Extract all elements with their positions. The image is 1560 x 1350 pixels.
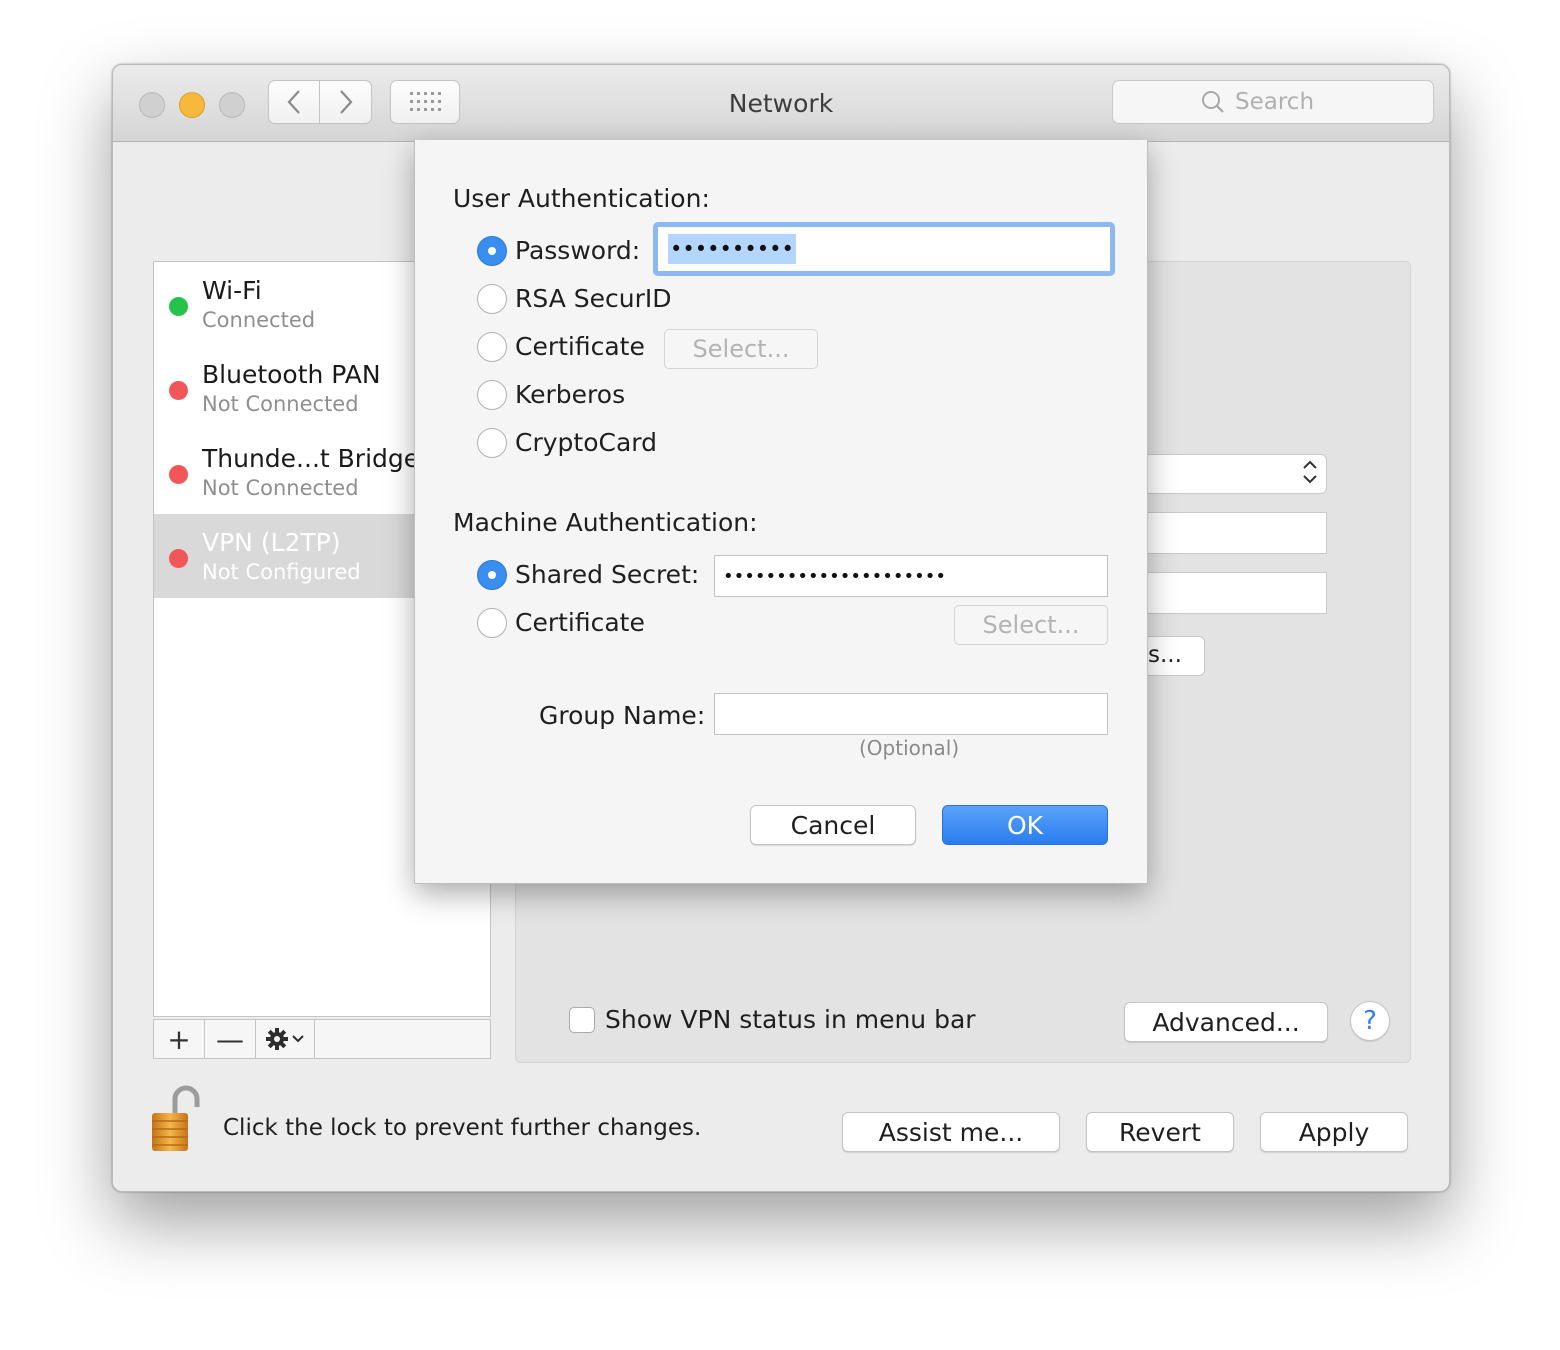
assist-me-button[interactable]: Assist me... [842,1112,1060,1152]
window-title: Network [728,89,834,118]
search-box[interactable] [1112,80,1434,124]
title-bar: Network [113,65,1449,142]
status-dot-icon [169,465,188,484]
optional-hint: (Optional) [859,736,960,760]
status-dot-icon [169,297,188,316]
user-authentication-heading: User Authentication: [453,184,710,213]
machine-certificate-label: Certificate [515,608,645,637]
help-button[interactable]: ? [1350,1001,1390,1041]
action-menu-button[interactable] [256,1020,315,1058]
add-service-button[interactable]: + [154,1020,205,1058]
password-field[interactable]: •••••••••• [658,227,1110,271]
forward-button[interactable] [320,80,372,124]
password-radio[interactable] [477,236,507,266]
apply-button[interactable]: Apply [1260,1112,1408,1152]
remove-service-button[interactable]: — [205,1020,256,1058]
lock-status-text: Click the lock to prevent further change… [223,1115,702,1141]
shared-secret-field[interactable]: ••••••••••••••••••••• [714,555,1108,597]
search-input[interactable] [1235,89,1345,115]
machine-authentication-heading: Machine Authentication: [453,508,758,537]
lock-icon[interactable] [149,1085,205,1159]
kerberos-label: Kerberos [515,380,626,409]
chevron-left-icon [287,90,300,114]
show-vpn-status-label: Show VPN status in menu bar [605,1005,976,1034]
shared-secret-label: Shared Secret: [515,560,700,589]
search-icon [1202,91,1224,113]
cancel-button[interactable]: Cancel [750,805,916,845]
cryptocard-label: CryptoCard [515,428,657,457]
zoom-window-button[interactable] [219,92,245,118]
chevron-right-icon [339,90,352,114]
server-address-field[interactable] [1143,512,1327,554]
password-field-focus-ring: •••••••••• [653,222,1115,276]
close-window-button[interactable] [139,92,165,118]
cryptocard-radio[interactable] [477,428,507,458]
service-status: Not Connected [202,392,359,416]
ok-button[interactable]: OK [942,805,1108,845]
group-name-field[interactable] [714,693,1108,735]
revert-button[interactable]: Revert [1086,1112,1234,1152]
user-certificate-select-button[interactable]: Select... [664,329,818,369]
grid-icon [410,92,441,111]
service-status: Not Configured [202,560,361,584]
user-certificate-radio[interactable] [477,332,507,362]
service-name: Thunde...t Bridge [202,444,420,473]
service-name: Wi-Fi [202,276,262,305]
account-name-field[interactable] [1143,572,1327,614]
service-list-toolbar: + — [153,1019,491,1059]
service-name: Bluetooth PAN [202,360,381,389]
configuration-popup[interactable] [1143,454,1327,494]
show-all-button[interactable] [390,80,460,124]
back-button[interactable] [268,80,320,124]
up-down-arrows-icon [1302,457,1318,489]
authentication-settings-sheet: User Authentication: Password: •••••••••… [414,140,1148,884]
shared-secret-radio[interactable] [477,560,507,590]
gear-icon [266,1028,288,1050]
authentication-settings-button[interactable]: s... [1143,636,1205,676]
chevron-down-icon [292,1035,304,1043]
minimize-window-button[interactable] [179,92,205,118]
password-label: Password: [515,236,641,265]
password-value: •••••••••• [668,234,796,264]
kerberos-radio[interactable] [477,380,507,410]
rsa-securid-label: RSA SecurID [515,284,672,313]
service-status: Connected [202,308,316,332]
service-status: Not Connected [202,476,359,500]
rsa-securid-radio[interactable] [477,284,507,314]
status-dot-icon [169,381,188,400]
machine-certificate-radio[interactable] [477,608,507,638]
status-dot-icon [169,549,188,568]
machine-certificate-select-button[interactable]: Select... [954,605,1108,645]
advanced-button[interactable]: Advanced... [1124,1002,1328,1042]
user-certificate-label: Certificate [515,332,645,361]
show-vpn-status-checkbox[interactable] [569,1007,595,1033]
service-name: VPN (L2TP) [202,528,341,557]
group-name-label: Group Name: [539,701,706,730]
